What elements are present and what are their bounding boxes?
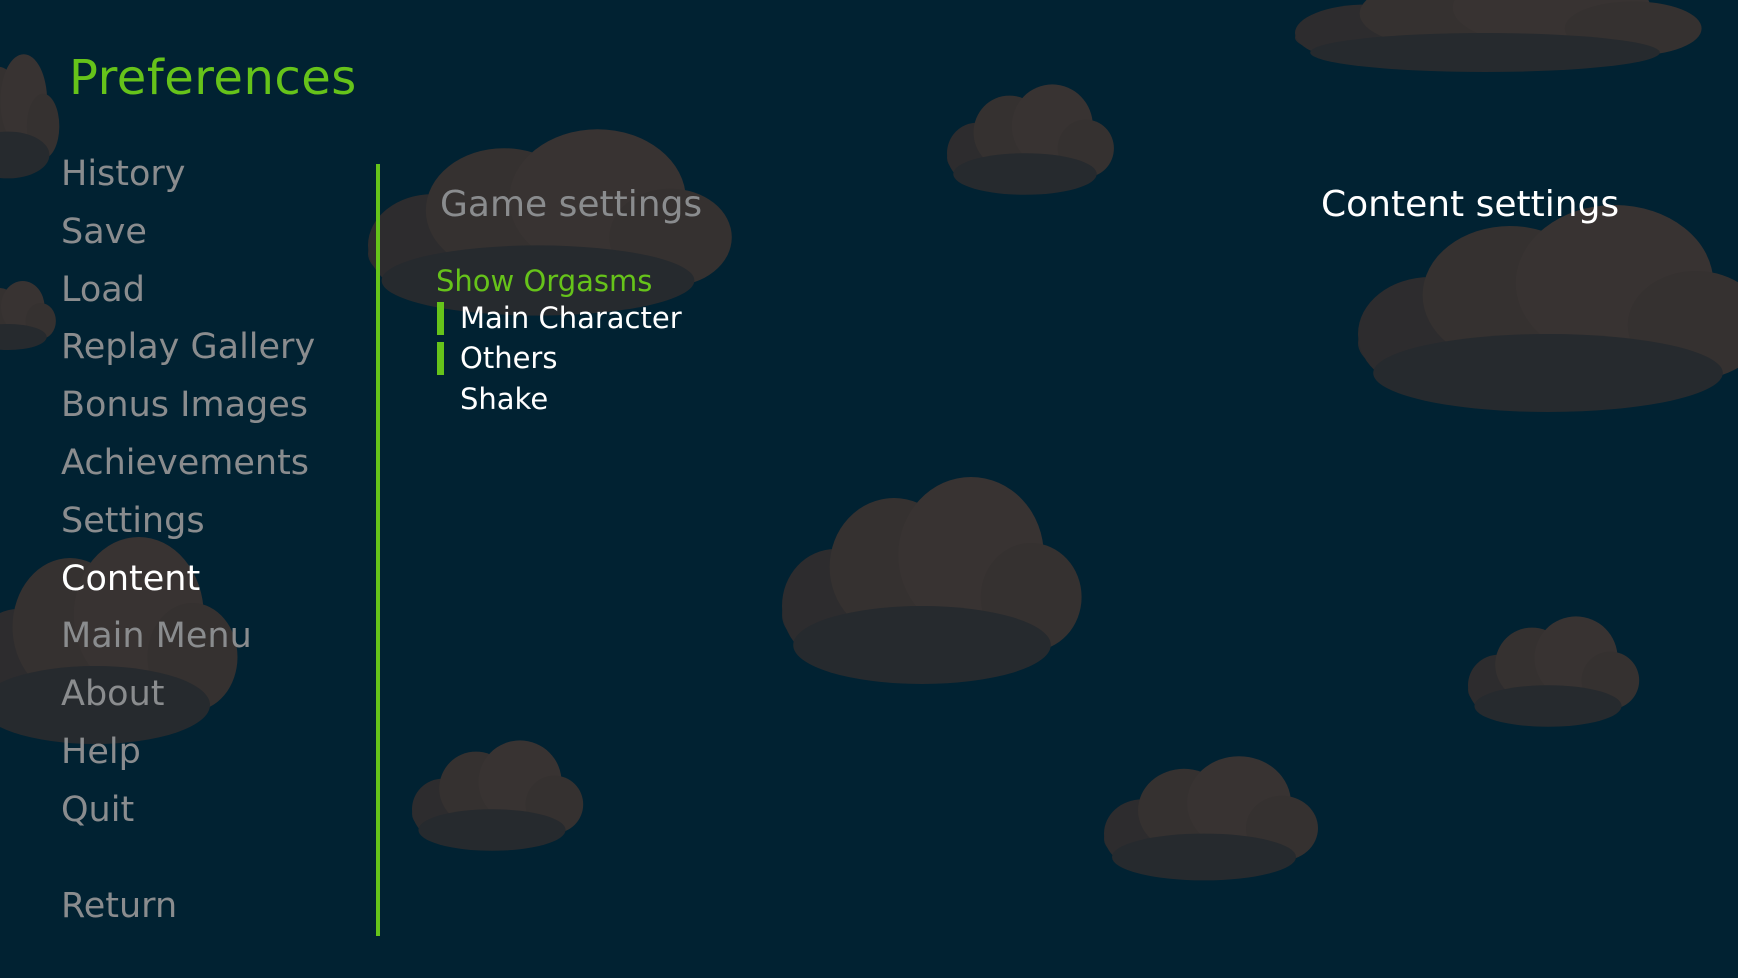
cloud — [1295, 0, 1702, 72]
nav-item-load[interactable]: Load — [61, 262, 315, 320]
selected-indicator-icon — [437, 342, 444, 375]
nav-item-achievements[interactable]: Achievements — [61, 435, 315, 493]
nav-item-history[interactable]: History — [61, 146, 315, 204]
nav-item-save[interactable]: Save — [61, 204, 315, 262]
selected-indicator-icon — [437, 302, 444, 335]
tab-game-settings[interactable]: Game settings — [440, 183, 702, 227]
nav-item-content[interactable]: Content — [61, 551, 315, 609]
page-title: Preferences — [69, 50, 357, 106]
unselected-indicator-icon — [437, 383, 444, 416]
show-orgasms-label: Show Orgasms — [436, 264, 653, 298]
option-label: Main Character — [460, 301, 682, 335]
nav-item-quit[interactable]: Quit — [61, 782, 315, 840]
cloud — [1104, 756, 1318, 881]
main-nav: History Save Load Replay Gallery Bonus I… — [61, 146, 315, 840]
cloud — [947, 84, 1114, 195]
option-label: Others — [460, 341, 558, 375]
cloud — [412, 740, 584, 851]
cloud — [0, 281, 56, 350]
nav-item-main-menu[interactable]: Main Menu — [61, 608, 315, 666]
option-label: Shake — [460, 382, 549, 416]
nav-item-about[interactable]: About — [61, 666, 315, 724]
nav-item-bonus-images[interactable]: Bonus Images — [61, 377, 315, 435]
tab-content-settings[interactable]: Content settings — [1321, 183, 1619, 227]
cloud — [0, 54, 60, 179]
cloud — [782, 477, 1082, 684]
nav-item-settings[interactable]: Settings — [61, 493, 315, 551]
nav-item-replay-gallery[interactable]: Replay Gallery — [61, 319, 315, 377]
vertical-divider — [376, 164, 380, 936]
nav-item-help[interactable]: Help — [61, 724, 315, 782]
cloud — [1358, 205, 1738, 412]
return-button[interactable]: Return — [61, 876, 177, 936]
cloud — [1468, 616, 1640, 727]
